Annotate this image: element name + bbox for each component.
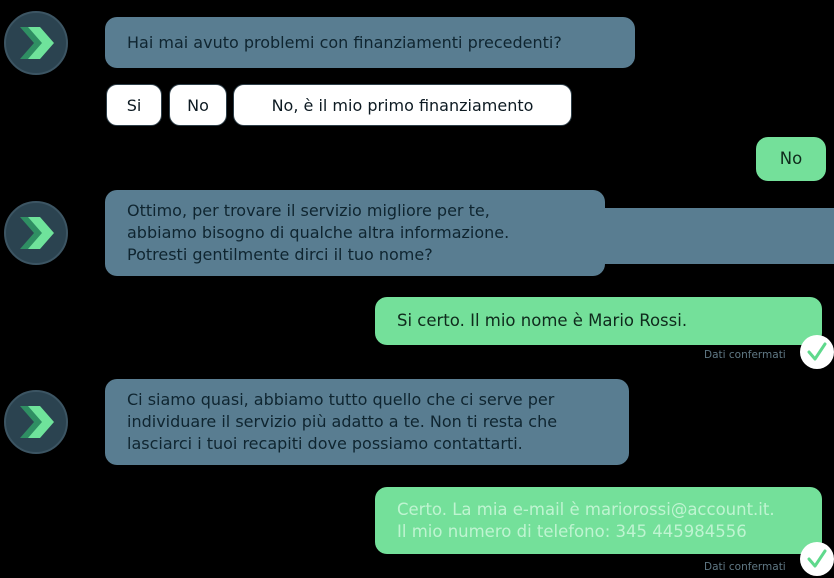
- option-no-label: No: [187, 95, 209, 115]
- user-message-1-text: No: [779, 149, 803, 168]
- confirm-label-1: Dati confermati: [704, 349, 786, 361]
- user-message-3: Certo. La mia e-mail è mariorossi@accoun…: [375, 487, 822, 554]
- bot-message-3-line-3: lasciarci i tuoi recapiti dove possiamo …: [127, 434, 523, 453]
- checkmark-icon: [807, 342, 827, 361]
- checkmark-icon: [807, 549, 827, 568]
- user-message-2-text: Si certo. Il mio nome è Mario Rossi.: [397, 311, 688, 330]
- bot-message-1-text: Hai mai avuto problemi con finanziamenti…: [127, 32, 562, 52]
- confirm-check-2: [800, 542, 834, 576]
- user-message-3-line-2: Il mio numero di telefono: 345 445984556: [397, 521, 747, 541]
- option-si-label: Si: [126, 95, 142, 115]
- option-first-loan-label: No, è il mio primo finanziamento: [271, 95, 534, 115]
- user-message-3-line-1: Certo. La mia e-mail è mariorossi@accoun…: [397, 499, 775, 519]
- bot-avatar: [4, 201, 68, 265]
- bot-message-2-line-1: Ottimo, per trovare il servizio migliore…: [127, 201, 490, 220]
- bot-message-3: Ci siamo quasi, abbiamo tutto quello che…: [105, 379, 629, 465]
- bot-message-2-line-2: abbiamo bisogno di qualche altra informa…: [127, 223, 510, 242]
- bot-avatar: [4, 390, 68, 454]
- option-first-loan-button[interactable]: No, è il mio primo finanziamento: [233, 84, 572, 126]
- chevron-logo-icon: [20, 27, 54, 59]
- confirm-check-1: [800, 335, 834, 369]
- bot-message-2-tail: [600, 208, 834, 264]
- confirm-label-2: Dati confermati: [704, 561, 786, 573]
- chevron-logo-icon: [20, 217, 54, 249]
- chevron-logo-icon: [20, 406, 54, 438]
- option-no-button[interactable]: No: [169, 84, 227, 126]
- bot-message-1: Hai mai avuto problemi con finanziamenti…: [105, 17, 635, 68]
- bot-message-2: Ottimo, per trovare il servizio migliore…: [105, 190, 605, 276]
- bot-message-3-line-2: individuare il servizio più adatto a te.…: [127, 412, 558, 431]
- user-message-1: No: [756, 137, 826, 181]
- bot-message-3-line-1: Ci siamo quasi, abbiamo tutto quello che…: [127, 390, 555, 409]
- option-si-button[interactable]: Si: [106, 84, 162, 126]
- bot-avatar: [4, 11, 68, 75]
- bot-message-2-line-3: Potresti gentilmente dirci il tuo nome?: [127, 245, 433, 264]
- user-message-2: Si certo. Il mio nome è Mario Rossi.: [375, 297, 822, 345]
